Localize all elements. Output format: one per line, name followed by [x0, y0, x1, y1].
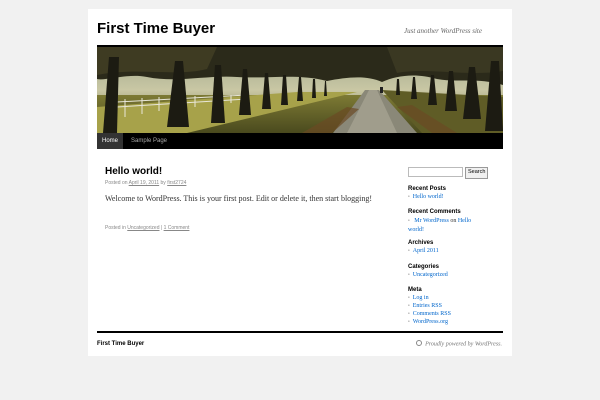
post-footer-meta: Posted in Uncategorized | 1 Comment	[105, 225, 189, 231]
comment-author-link[interactable]: Mr WordPress	[414, 218, 449, 224]
recent-comment-item: Mr WordPress on Hello world!	[408, 217, 488, 234]
search-button[interactable]: Search	[465, 167, 489, 179]
footer-divider	[97, 331, 503, 333]
meta-separator: |	[160, 225, 163, 231]
site-title[interactable]: First Time Buyer	[97, 20, 215, 37]
footer-credit-text: Proudly powered by WordPress.	[425, 341, 502, 348]
nav-item-sample-page[interactable]: Sample Page	[126, 133, 172, 149]
archives-heading: Archives	[408, 240, 434, 246]
meta-wordpress-org-link[interactable]: WordPress.org	[408, 318, 448, 327]
post-title[interactable]: Hello world!	[105, 166, 162, 177]
comment-on-label: on	[450, 218, 457, 224]
site-description: Just another WordPress site	[404, 27, 482, 35]
main-navigation: Home Sample Page	[97, 133, 503, 149]
search-input[interactable]	[408, 167, 463, 177]
archive-link[interactable]: April 2011	[408, 247, 439, 256]
footer-credit[interactable]: Proudly powered by WordPress.	[416, 340, 502, 348]
header-image	[97, 47, 503, 133]
categories-heading: Categories	[408, 264, 440, 270]
page-wrapper: First Time Buyer Just another WordPress …	[88, 9, 512, 356]
post-date-link[interactable]: April 19, 2011	[129, 180, 159, 186]
wordpress-icon	[416, 340, 423, 346]
meta-heading: Meta	[408, 287, 422, 293]
by-label: by	[160, 180, 166, 186]
recent-comments-heading: Recent Comments	[408, 209, 461, 215]
post-comments-link[interactable]: 1 Comment	[164, 225, 190, 231]
recent-posts-heading: Recent Posts	[408, 186, 447, 192]
recent-post-link[interactable]: Hello world!	[408, 193, 444, 202]
post-author-link[interactable]: first2724	[167, 180, 186, 186]
post-category-link[interactable]: Uncategorized	[127, 225, 159, 231]
tree-lined-road-image	[97, 47, 503, 133]
post-meta: Posted on April 19, 2011 by first2724	[105, 180, 186, 186]
nav-item-home[interactable]: Home	[97, 133, 124, 149]
posted-on-label: Posted on	[105, 180, 128, 186]
post-content: Welcome to WordPress. This is your first…	[105, 194, 373, 203]
footer-site-title[interactable]: First Time Buyer	[97, 341, 144, 347]
category-link[interactable]: Uncategorized	[408, 271, 448, 280]
posted-in-label: Posted in	[105, 225, 126, 231]
